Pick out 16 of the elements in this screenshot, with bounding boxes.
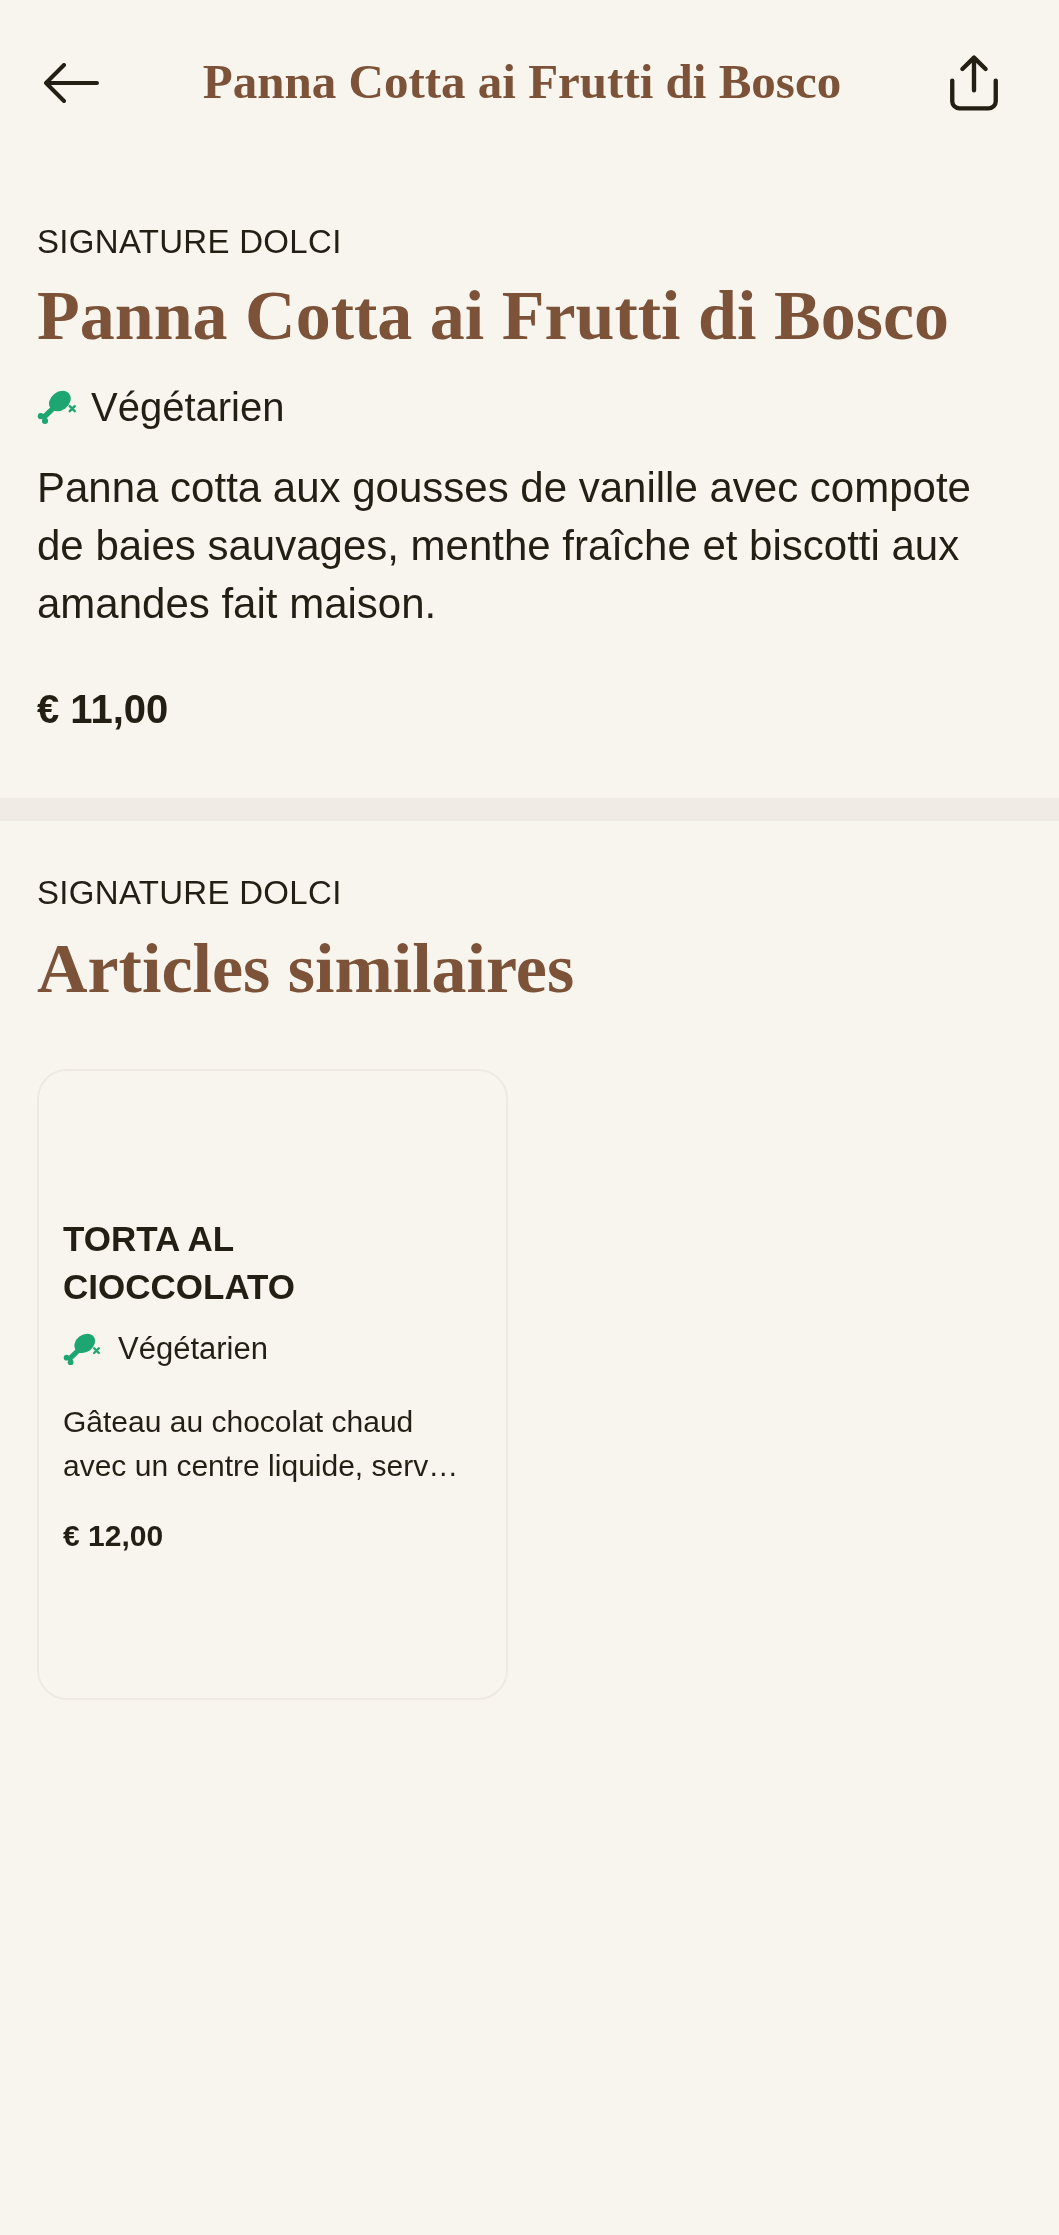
dish-title: Panna Cotta ai Frutti di Bosco: [37, 276, 950, 356]
section-title: Articles similaires: [37, 929, 576, 1009]
category-label: SIGNATURE DOLCI: [37, 222, 343, 262]
similar-item-card[interactable]: TORTA AL CIOCCOLATO Végétarien Gâteau au chocolat chaud avec un centre liquide, serv… € 12,00: [37, 1069, 508, 1700]
dish-description: Panna cotta aux gousses de vanille avec compote de baies sauvages, menthe fraîche et biscotti aux amandes fait maison.: [37, 463, 972, 629]
drumstick-cross-icon: [37, 389, 77, 425]
item-name: TORTA AL CIOCCOLATO: [63, 1217, 297, 1308]
diet-label: Végétarien: [91, 384, 285, 431]
item-description: Gâteau au chocolat chaud avec un centre liquide, serv…: [63, 1403, 460, 1484]
category-label: SIGNATURE DOLCI: [37, 873, 343, 913]
back-icon[interactable]: [43, 62, 99, 103]
diet-label: Végétarien: [118, 1329, 268, 1368]
dish-price: € 11,00: [37, 686, 170, 733]
page-title: Panna Cotta ai Frutti di Bosco: [202, 53, 842, 112]
drumstick-cross-icon: [63, 1331, 101, 1366]
item-price: € 12,00: [63, 1517, 165, 1554]
